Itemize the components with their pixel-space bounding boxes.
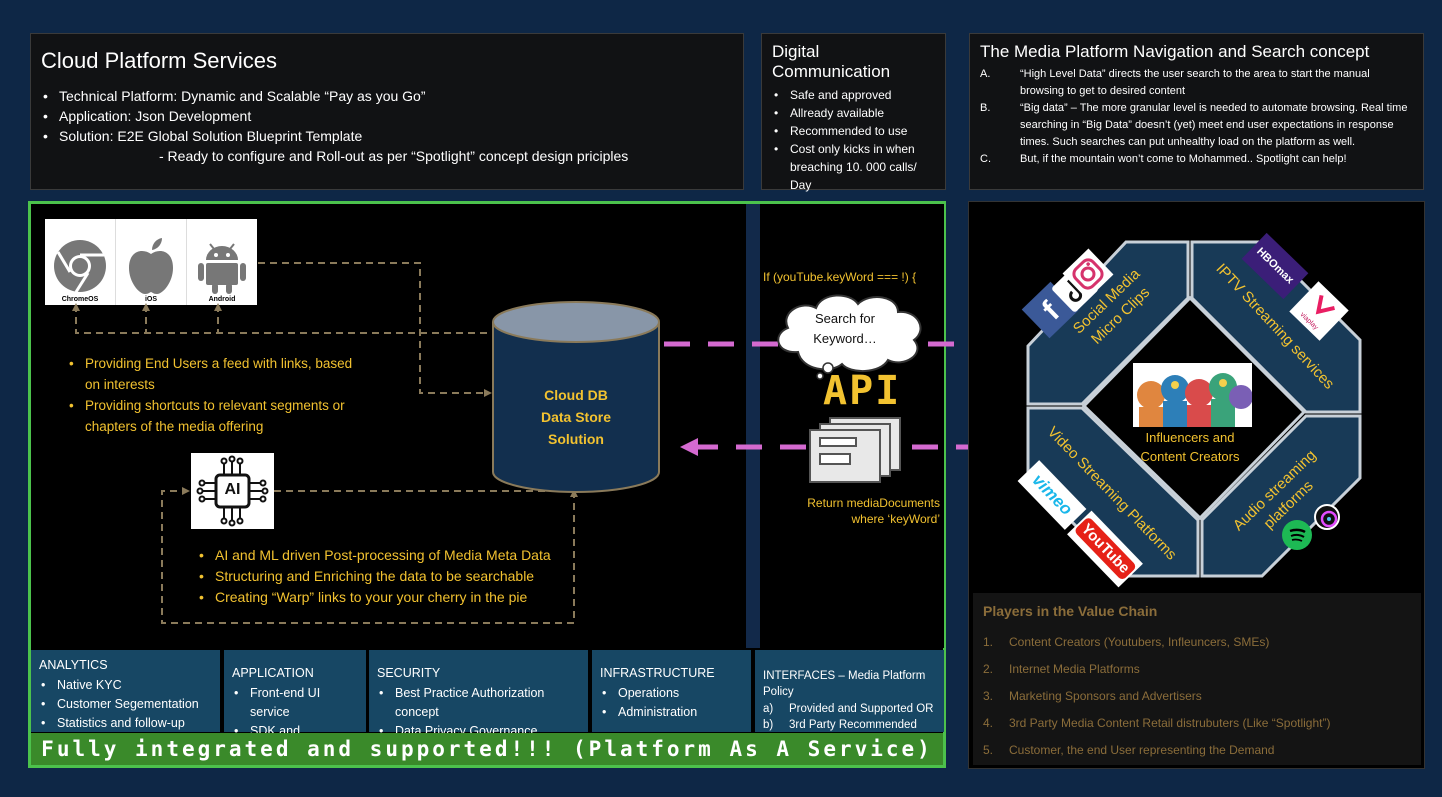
interfaces-item-num: a) [763,703,774,715]
return-documents-text: Return mediaDocuments where ‘keyWord’ [800,495,940,527]
infrastructure-panel: INFRASTRUCTURE Operations Administration [592,650,751,732]
feed-bullet: Providing shortcuts to relevant segments… [67,395,367,437]
cloud-db-label: Cloud DB Data Store Solution [500,384,652,450]
ai-bullet: AI and ML driven Post-processing of Medi… [197,545,557,566]
players-num: 2. [983,662,994,676]
api-label: API [823,368,902,414]
db-line: Data Store [540,409,612,425]
digital-communication-box: Digital Communication Safe and approved … [761,33,946,192]
digital-communication-bullet: Cost only kicks in when breaching 10. 00… [772,140,935,194]
interfaces-item: a) Provided and Supported OR [763,701,936,717]
application-panel: APPLICATION Front-end UI service SDK and [224,650,366,741]
digital-communication-bullet: Safe and approved [772,86,935,104]
ai-bullet: Creating “Warp” links to your your cherr… [197,587,557,608]
media-navigation-title: The Media Platform Navigation and Search… [980,42,1370,61]
return-line: where ‘keyWord’ [851,512,940,526]
cloud-services-title: Cloud Platform Services [41,48,277,73]
ai-bullet: Structuring and Enriching the data to be… [197,566,557,587]
players-num: 4. [983,716,994,730]
value-chain-players: Players in the Value Chain 1. Content Cre… [973,593,1421,765]
security-title: SECURITY [377,666,441,680]
players-item: 2. Internet Media Platforms [983,656,1411,683]
players-num: 5. [983,743,994,757]
media-navigation-box: The Media Platform Navigation and Search… [969,33,1424,190]
music-app-icon [1314,504,1340,530]
feed-bullet: Providing End Users a feed with links, b… [67,353,367,395]
db-line: Cloud DB [544,387,608,403]
cloud-services-bullet: Technical Platform: Dynamic and Scalable… [41,86,733,106]
item-letter: B. [980,102,991,114]
cloud-services-list: Technical Platform: Dynamic and Scalable… [41,86,733,146]
item-text: But, if the mountain won’t come to Moham… [1020,153,1347,165]
players-text: Customer, the end User representing the … [1009,743,1275,757]
digital-communication-bullet: Recommended to use [772,122,935,140]
analytics-item: Customer Segementation [39,695,212,714]
db-line: Solution [548,431,604,447]
spotify-icon [1282,520,1312,550]
players-title: Players in the Value Chain [983,603,1158,619]
media-navigation-item: A. “High Level Data” directs the user se… [980,66,1413,100]
digital-communication-title: Digital Communication [772,42,891,81]
cloud-platform-services-box: Cloud Platform Services Technical Platfo… [30,33,744,190]
ai-bullets: AI and ML driven Post-processing of Medi… [197,545,557,608]
documents-icon [809,417,901,483]
return-line: Return mediaDocuments [807,496,940,510]
heads-icon [1137,373,1253,427]
players-item: 1. Content Creators (Youtubers, Infleunce… [983,629,1411,656]
digital-communication-bullet: Allready available [772,104,935,122]
application-title: APPLICATION [232,666,314,680]
analytics-item: Statistics and follow-up [39,714,212,733]
digital-communication-list: Safe and approved Allready available Rec… [772,86,935,194]
interfaces-panel: INTERFACES – Media Platform Policy a) Pr… [755,650,944,732]
interfaces-item-num: b) [763,719,774,731]
infrastructure-item: Administration [600,703,743,722]
players-item: 3. Marketing Sponsors and Advertisers [983,683,1411,710]
analytics-title: ANALYTICS [39,658,108,672]
players-text: Content Creators (Youtubers, Infleuncers… [1009,635,1270,649]
cloud-services-subline: - Ready to configure and Roll-out as per… [159,148,629,164]
influencers-line: Influencers and [1145,430,1235,445]
media-navigation-list: A. “High Level Data” directs the user se… [980,66,1413,168]
paas-footer-banner: Fully integrated and supported!!! (Platf… [31,733,943,765]
influencers-image [1133,363,1253,427]
application-item: Front-end UI service [232,684,358,722]
item-letter: C. [980,153,991,165]
cloud-services-bullet: Application: Json Development [41,106,733,126]
interfaces-item: b) 3rd Party Recommended [763,717,936,733]
interfaces-title: INTERFACES – Media Platform Policy [763,670,926,698]
ai-chip-tile: AI [191,453,274,529]
search-cloud-text: Search for Keyword… [813,311,877,346]
players-text: 3rd Party Media Content Retail distrubut… [1009,716,1331,730]
players-num: 1. [983,635,994,649]
item-letter: A. [980,68,991,80]
item-text: “High Level Data” directs the user searc… [1020,68,1370,97]
players-item: 4. 3rd Party Media Content Retail distrub… [983,710,1411,737]
media-navigation-item: B. “Big data” – The more granular level … [980,100,1413,151]
interfaces-item-text: Provided and Supported OR [789,703,934,715]
feed-bullets: Providing End Users a feed with links, b… [67,353,367,437]
influencers-line: Content Creators [1140,449,1240,464]
players-text: Marketing Sponsors and Advertisers [1009,689,1202,703]
media-navigation-item: C. But, if the mountain won’t come to Mo… [980,151,1413,168]
infrastructure-title: INFRASTRUCTURE [600,666,715,680]
item-text: “Big data” – The more granular level is … [1020,102,1408,148]
players-num: 3. [983,689,994,703]
analytics-panel: ANALYTICS Native KYC Customer Segementat… [31,650,220,733]
influencers-label: Influencers and Content Creators [1130,428,1250,466]
api-code-line: If (youTube.keyWord === !) { [763,270,917,284]
security-item: Best Practice Authorization concept [377,684,580,722]
cloud-services-bullet: Solution: E2E Global Solution Blueprint … [41,126,733,146]
analytics-item: Native KYC [39,676,212,695]
ai-label: AI [224,481,241,498]
players-text: Internet Media Platforms [1009,662,1140,676]
security-panel: SECURITY Best Practice Authorization con… [369,650,588,741]
interfaces-item-text: 3rd Party Recommended [789,719,917,731]
infrastructure-item: Operations [600,684,743,703]
players-item: 5. Customer, the end User representing th… [983,737,1411,764]
